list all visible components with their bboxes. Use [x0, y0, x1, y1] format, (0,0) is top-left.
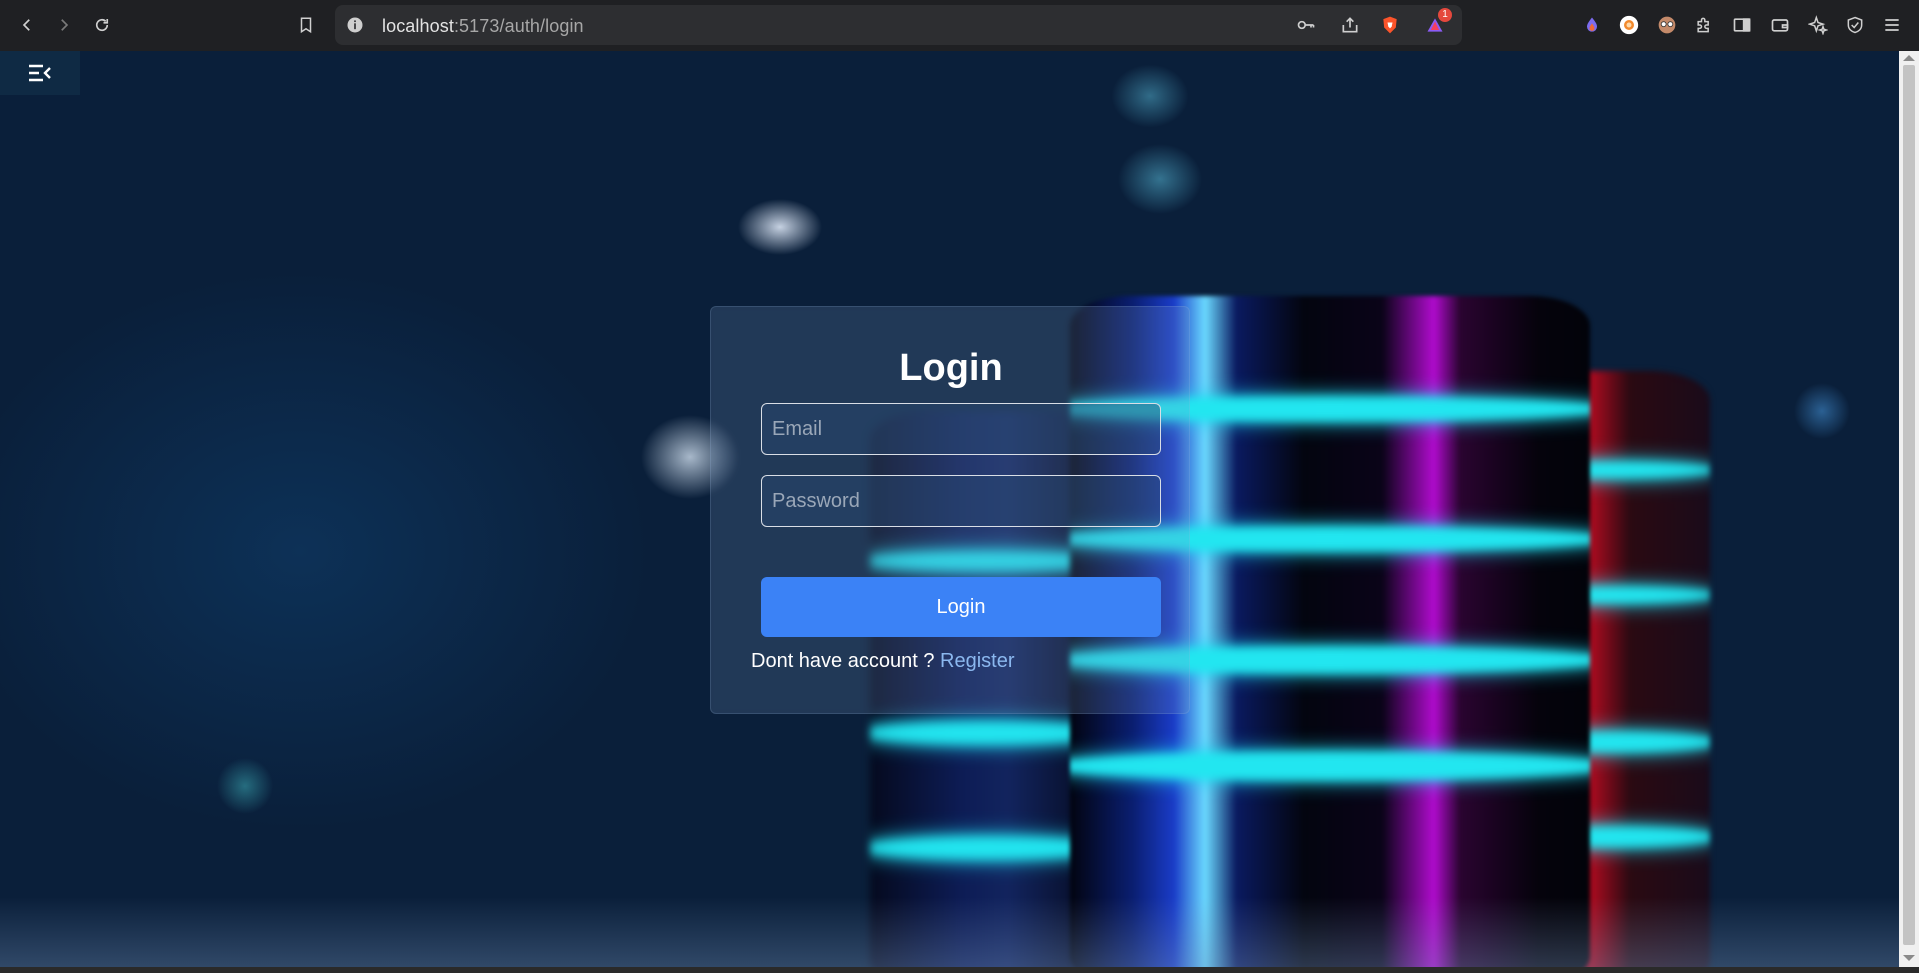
- extensions-puzzle-icon[interactable]: [1692, 13, 1716, 37]
- leo-ai-icon[interactable]: [1806, 13, 1830, 37]
- password-input[interactable]: [761, 475, 1161, 527]
- url-text[interactable]: localhost:5173/auth/login: [382, 16, 584, 37]
- browser-toolbar: localhost:5173/auth/login 1: [0, 0, 1919, 51]
- url-path: :5173/auth/login: [453, 16, 584, 36]
- sidebar-icon[interactable]: [1730, 13, 1754, 37]
- site-info-icon[interactable]: [345, 15, 365, 35]
- bookmark-icon[interactable]: [293, 12, 319, 38]
- sidebar-toggle-button[interactable]: [0, 51, 80, 95]
- menu-collapse-icon: [29, 64, 51, 82]
- brave-shields-icon[interactable]: [1380, 15, 1400, 35]
- register-prompt: Dont have account ?: [751, 650, 935, 672]
- vpn-icon[interactable]: [1843, 13, 1867, 37]
- key-icon[interactable]: [1296, 15, 1316, 35]
- vertical-scrollbar[interactable]: [1899, 51, 1919, 967]
- login-card: Login Login Dont have account ? Register: [710, 306, 1190, 714]
- window-bottom-edge: [0, 967, 1919, 973]
- extension-glasses-icon[interactable]: [1655, 13, 1679, 37]
- reload-icon[interactable]: [89, 12, 115, 38]
- share-icon[interactable]: [1340, 15, 1360, 35]
- notification-badge: 1: [1438, 8, 1452, 22]
- url-host: localhost: [382, 16, 454, 36]
- extension-drop-icon[interactable]: [1580, 13, 1604, 37]
- forward-icon[interactable]: [51, 12, 77, 38]
- back-icon[interactable]: [14, 12, 40, 38]
- scroll-down-icon[interactable]: [1903, 955, 1915, 961]
- scroll-up-icon[interactable]: [1903, 55, 1915, 61]
- extension-avatar-icon[interactable]: [1617, 13, 1641, 37]
- floor-reflection: [0, 897, 1899, 967]
- register-link[interactable]: Register: [940, 650, 1014, 672]
- menu-icon[interactable]: [1880, 13, 1904, 37]
- address-bar[interactable]: localhost:5173/auth/login 1: [335, 5, 1462, 45]
- login-title: Login: [899, 347, 1003, 389]
- login-button[interactable]: Login: [761, 577, 1161, 637]
- login-page: Login Login Dont have account ? Register: [0, 51, 1899, 967]
- register-line: Dont have account ? Register: [751, 650, 1015, 673]
- wallet-icon[interactable]: [1768, 13, 1792, 37]
- scroll-thumb[interactable]: [1903, 65, 1915, 945]
- email-input[interactable]: [761, 403, 1161, 455]
